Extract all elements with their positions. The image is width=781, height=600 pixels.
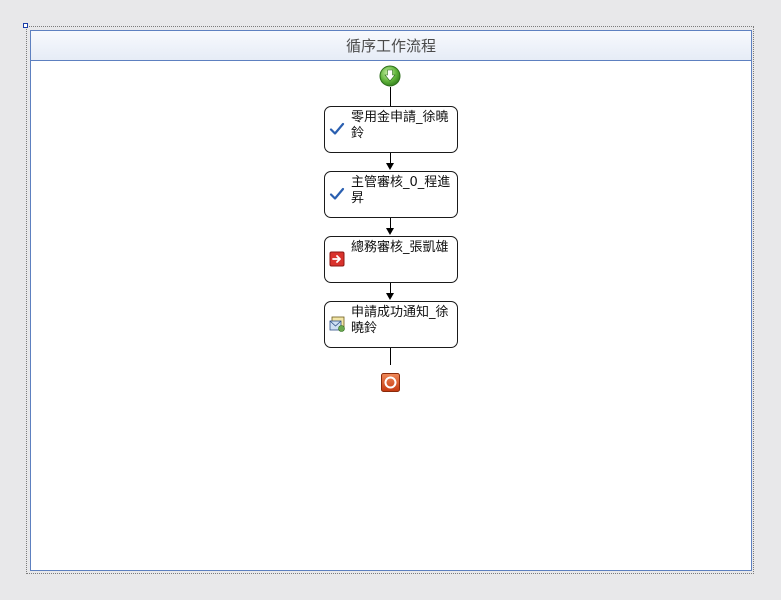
selection-handle[interactable] <box>23 23 28 28</box>
email-notification-icon <box>329 316 345 332</box>
workflow-start-icon[interactable] <box>379 65 401 87</box>
checkmark-icon <box>329 187 345 200</box>
activity-label: 申請成功通知_徐曉鈴 <box>351 305 449 336</box>
activity-label: 總務審核_張凱雄 <box>351 240 449 255</box>
connector-arrowhead <box>386 293 394 300</box>
checkmark-icon <box>329 122 345 135</box>
activity-general-affairs-review[interactable]: 總務審核_張凱雄 <box>324 236 458 283</box>
workflow-title: 循序工作流程 <box>31 31 751 61</box>
connector-arrowhead <box>386 228 394 235</box>
activity-success-notification[interactable]: 申請成功通知_徐曉鈴 <box>324 301 458 348</box>
activity-manager-review[interactable]: 主管審核_0_程進昇 <box>324 171 458 218</box>
activity-petty-cash-request[interactable]: 零用金申請_徐曉鈴 <box>324 106 458 153</box>
connector-line <box>390 87 391 106</box>
activity-label: 主管審核_0_程進昇 <box>351 175 451 206</box>
activity-label: 零用金申請_徐曉鈴 <box>351 110 449 141</box>
workflow-end-icon[interactable] <box>381 373 400 392</box>
red-arrow-icon <box>329 251 345 267</box>
connector-arrowhead <box>386 163 394 170</box>
connector-line <box>390 348 391 365</box>
designer-canvas: 循序工作流程 零用金申請_徐曉鈴 主管審核_0_程進昇 總務審核_張凱雄 申請成… <box>0 0 781 600</box>
